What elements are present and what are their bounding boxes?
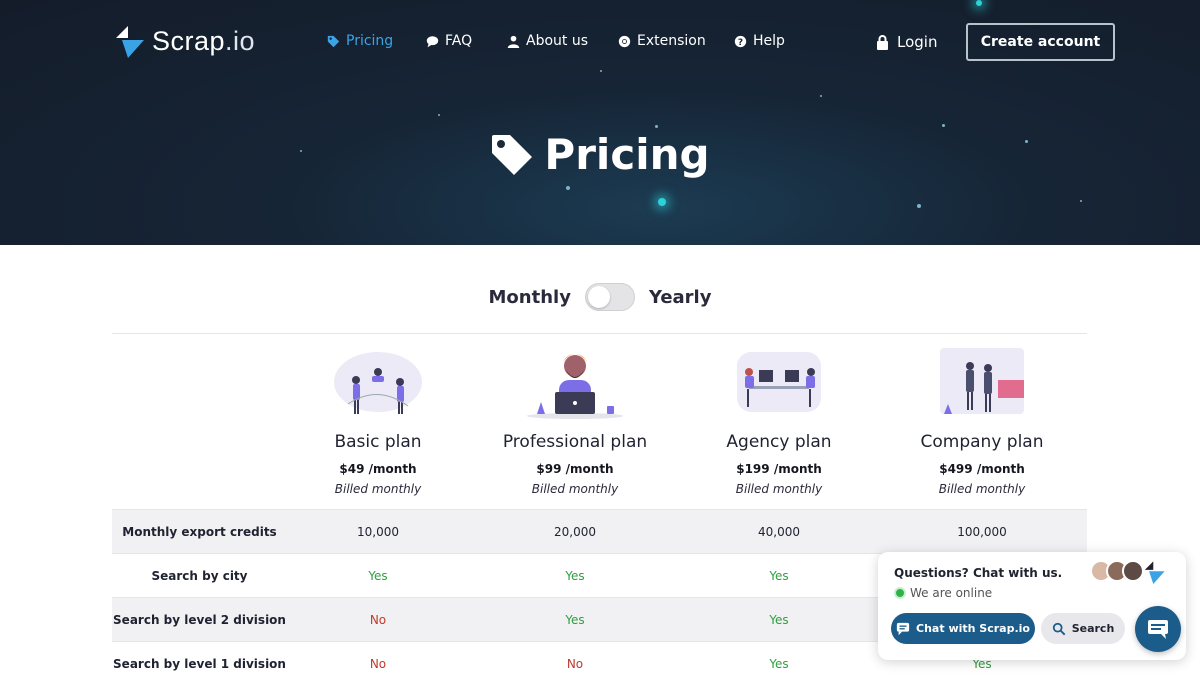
star [917, 204, 921, 208]
chat-button-label: Chat with Scrap.io [916, 622, 1030, 635]
basic-plan-illustration [334, 352, 422, 414]
billing-period-switch[interactable] [584, 283, 635, 311]
lock-icon [877, 34, 888, 50]
feature-value: No [369, 613, 387, 627]
agent-avatars [1090, 560, 1166, 584]
star [655, 125, 658, 128]
feature-value: 10,000 [357, 525, 399, 539]
table-row: Monthly export credits 10,000 20,000 40,… [112, 509, 1087, 553]
star [600, 70, 602, 72]
nav-label: Extension [637, 33, 706, 49]
plan-agency: Agency plan $199 /month Billed monthly [679, 344, 879, 496]
plan-billing-note: Billed monthly [938, 482, 1026, 496]
search-icon [1052, 622, 1066, 635]
feature-value: Yes [769, 613, 789, 627]
page-title-text: Pricing [544, 130, 710, 179]
create-account-button[interactable]: Create account [966, 23, 1115, 61]
nav-item-faq[interactable]: FAQ [426, 33, 472, 49]
feature-value: Yes [368, 569, 388, 583]
plan-price: $199 /month [736, 462, 822, 476]
chat-search-button[interactable]: Search [1041, 613, 1125, 644]
feature-value: Yes [565, 569, 585, 583]
nav-label: Help [753, 33, 785, 49]
billing-toggle-row: Monthly Yearly [0, 283, 1200, 311]
user-icon [507, 35, 520, 48]
svg-text:?: ? [738, 37, 743, 47]
yearly-label[interactable]: Yearly [649, 287, 712, 308]
star [566, 186, 570, 190]
feature-value: Yes [769, 657, 789, 671]
agency-plan-illustration [737, 352, 821, 412]
feature-value: No [369, 657, 387, 671]
login-link[interactable]: Login [876, 33, 937, 51]
chat-status-text: We are online [910, 586, 993, 600]
feature-value: 40,000 [758, 525, 800, 539]
chrome-icon [618, 35, 631, 47]
company-plan-illustration [940, 348, 1024, 414]
nav-item-help[interactable]: ? Help [734, 33, 785, 49]
question-icon: ? [734, 35, 747, 47]
tag-icon [327, 35, 340, 47]
star [976, 0, 982, 6]
scrap-logo-icon [1144, 561, 1165, 584]
feature-label: Search by level 1 division [113, 657, 286, 671]
nav-item-about[interactable]: About us [507, 33, 588, 49]
nav-label: FAQ [445, 33, 473, 49]
professional-plan-illustration [527, 354, 623, 419]
plan-company: Company plan $499 /month Billed monthly [882, 344, 1082, 496]
plan-price: $99 /month [536, 462, 614, 476]
star [942, 124, 945, 127]
plan-name: Basic plan [334, 432, 422, 452]
chat-launcher-button[interactable] [1135, 606, 1181, 652]
message-icon [1148, 620, 1168, 639]
chat-with-us-button[interactable]: Chat with Scrap.io [891, 613, 1035, 644]
star [438, 114, 440, 116]
plan-billing-note: Billed monthly [531, 482, 619, 496]
login-label: Login [897, 33, 938, 51]
search-button-label: Search [1071, 622, 1115, 635]
chat-question: Questions? Chat with us. [894, 566, 1063, 580]
plan-name: Company plan [920, 432, 1044, 452]
feature-value: No [566, 657, 584, 671]
switch-knob [587, 286, 610, 308]
avatar [1122, 560, 1144, 582]
plan-basic: Basic plan $49 /month Billed monthly [278, 344, 478, 496]
nav-label: Pricing [346, 33, 394, 49]
divider [112, 333, 1087, 334]
nav-item-pricing[interactable]: Pricing [327, 33, 393, 49]
feature-label: Monthly export credits [122, 525, 277, 539]
plan-price: $499 /month [939, 462, 1025, 476]
plan-name: Agency plan [726, 432, 832, 452]
plan-professional: Professional plan $99 /month Billed mont… [475, 344, 675, 496]
nav-label: About us [526, 33, 589, 49]
star [1080, 200, 1082, 202]
plan-name: Professional plan [502, 432, 648, 452]
comment-icon [426, 35, 439, 47]
tag-icon [492, 134, 533, 175]
plan-price: $49 /month [339, 462, 417, 476]
online-dot-icon [896, 589, 904, 597]
plan-billing-note: Billed monthly [735, 482, 823, 496]
plan-billing-note: Billed monthly [334, 482, 422, 496]
chat-bubble-icon [896, 622, 910, 635]
feature-label: Search by city [151, 569, 248, 583]
feature-label: Search by level 2 division [113, 613, 286, 627]
monthly-label[interactable]: Monthly [489, 287, 571, 308]
feature-value: 100,000 [957, 525, 1007, 539]
star [658, 198, 666, 206]
page-title: Pricing [0, 130, 1200, 179]
chat-status: We are online [896, 586, 992, 600]
feature-value: Yes [565, 613, 585, 627]
star [820, 95, 822, 97]
nav-item-extension[interactable]: Extension [618, 33, 706, 49]
feature-value: 20,000 [554, 525, 596, 539]
feature-value: Yes [769, 569, 789, 583]
hero-banner: Scrap.io Pricing FAQ About us Extension … [0, 0, 1200, 245]
